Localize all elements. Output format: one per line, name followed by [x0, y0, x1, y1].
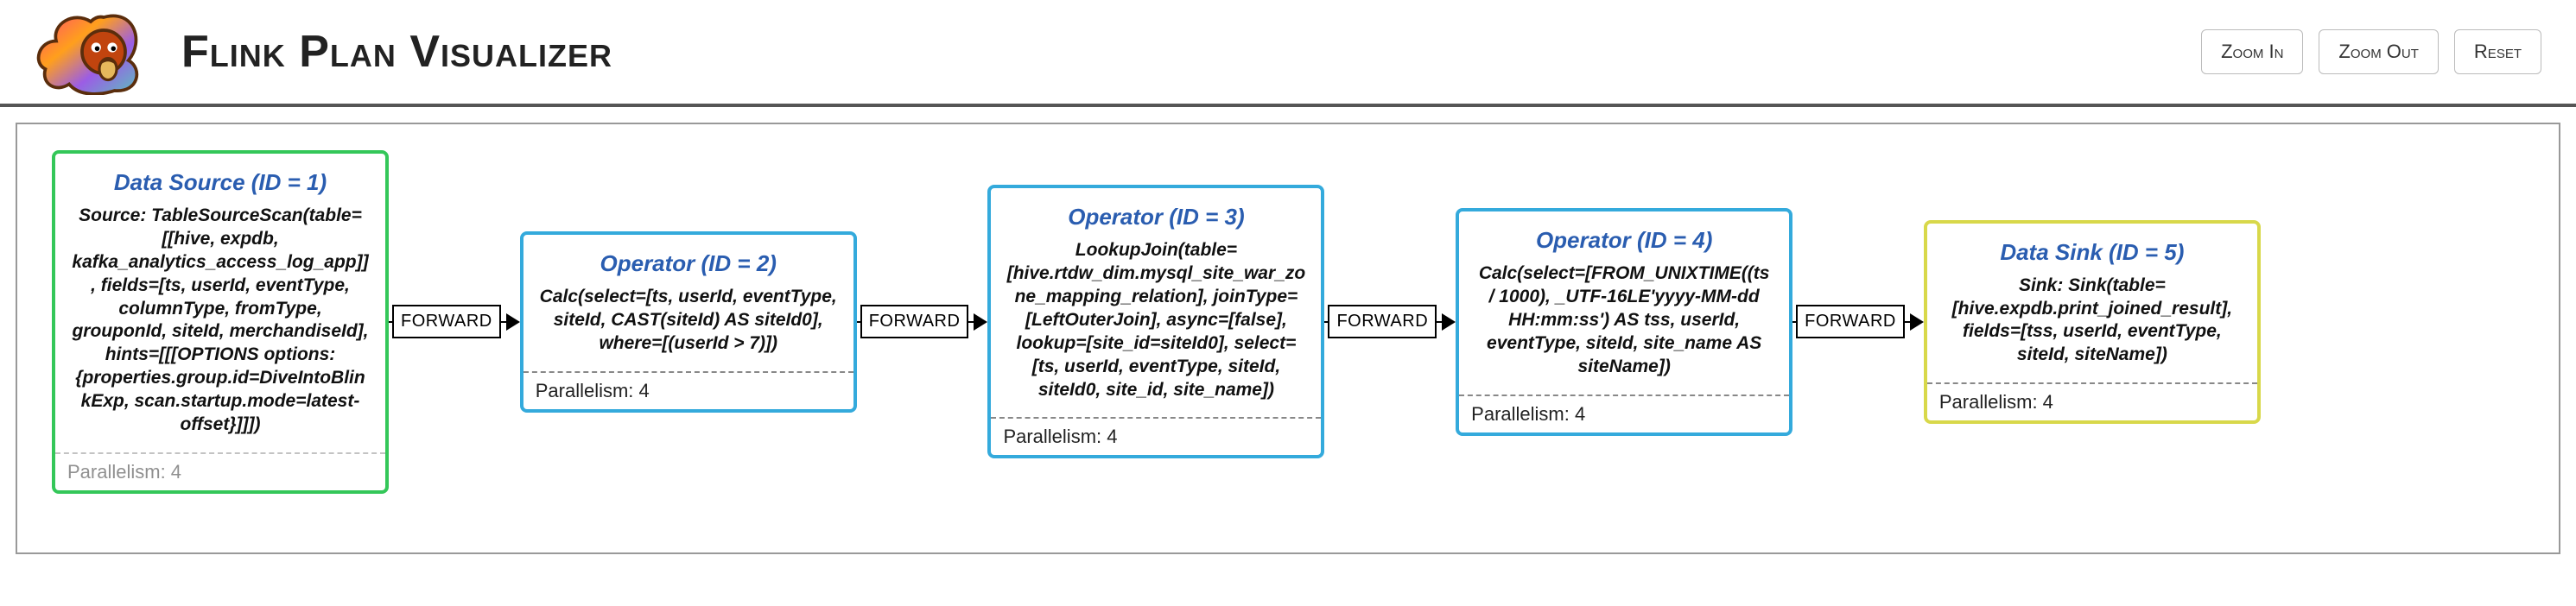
edge-forward: FORWARD [1324, 305, 1456, 338]
plan-node-3[interactable]: Operator (ID = 3)LookupJoin(table=[hive.… [987, 185, 1324, 458]
edge-forward: FORWARD [389, 305, 520, 338]
page-title: Flink Plan Visualizer [181, 26, 2167, 78]
node-title: Operator (ID = 4) [1459, 211, 1789, 262]
edge-label: FORWARD [392, 305, 501, 338]
zoom-in-button[interactable]: Zoom In [2201, 29, 2303, 74]
node-title: Operator (ID = 3) [991, 188, 1321, 239]
node-title: Data Sink (ID = 5) [1927, 224, 2257, 275]
node-title: Operator (ID = 2) [523, 235, 853, 286]
node-description: Sink: Sink(table=[hive.expdb.print_joine… [1927, 275, 2257, 383]
node-description: Calc(select=[FROM_UNIXTIME((ts / 1000), … [1459, 262, 1789, 394]
node-description: Source: TableSourceScan(table=[[hive, ex… [55, 205, 385, 452]
edge-label: FORWARD [1796, 305, 1905, 338]
node-title: Data Source (ID = 1) [55, 154, 385, 205]
node-parallelism: Parallelism: 4 [1459, 395, 1789, 432]
plan-node-1[interactable]: Data Source (ID = 1)Source: TableSourceS… [52, 150, 389, 494]
edge-forward: FORWARD [857, 305, 988, 338]
zoom-toolbar: Zoom In Zoom Out Reset [2201, 29, 2541, 74]
plan-node-4[interactable]: Operator (ID = 4)Calc(select=[FROM_UNIXT… [1456, 208, 1792, 435]
reset-button[interactable]: Reset [2454, 29, 2541, 74]
plan-canvas[interactable]: Data Source (ID = 1)Source: TableSourceS… [16, 123, 2560, 554]
app-header: Flink Plan Visualizer Zoom In Zoom Out R… [0, 0, 2576, 107]
node-parallelism: Parallelism: 4 [991, 417, 1321, 455]
edge-label: FORWARD [1328, 305, 1437, 338]
node-description: LookupJoin(table=[hive.rtdw_dim.mysql_si… [991, 239, 1321, 417]
flink-squirrel-logo-icon [35, 9, 147, 95]
node-parallelism: Parallelism: 4 [523, 371, 853, 409]
plan-node-2[interactable]: Operator (ID = 2)Calc(select=[ts, userId… [520, 231, 857, 413]
edge-forward: FORWARD [1792, 305, 1924, 338]
node-parallelism: Parallelism: 4 [1927, 382, 2257, 420]
zoom-out-button[interactable]: Zoom Out [2319, 29, 2439, 74]
edge-label: FORWARD [860, 305, 969, 338]
node-description: Calc(select=[ts, userId, eventType, site… [523, 286, 853, 371]
node-parallelism: Parallelism: 4 [55, 452, 385, 490]
plan-node-5[interactable]: Data Sink (ID = 5)Sink: Sink(table=[hive… [1924, 220, 2261, 425]
